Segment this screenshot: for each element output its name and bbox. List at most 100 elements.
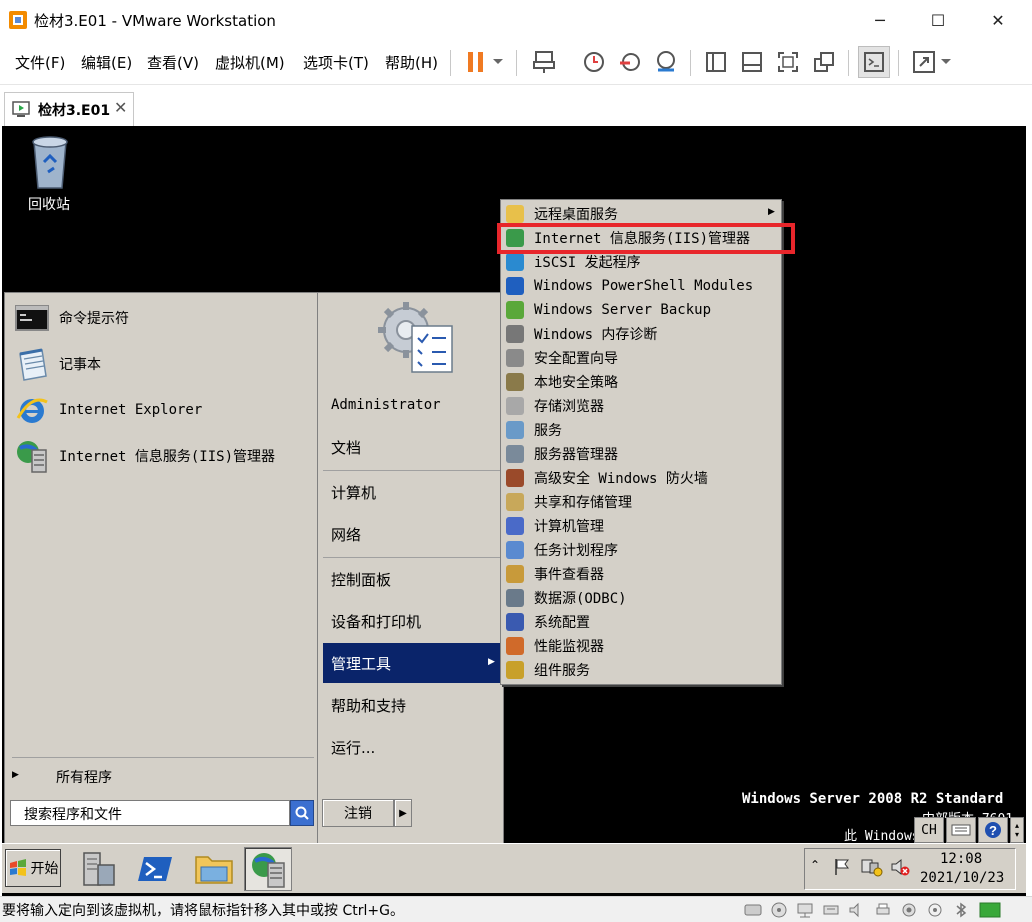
menu-edit[interactable]: 编辑(E) [81,52,132,73]
admin-tools-item[interactable]: 服务器管理器 [506,442,618,466]
menu-view[interactable]: 查看(V) [147,52,199,73]
display-icon[interactable] [926,902,944,918]
bluetooth-icon[interactable] [952,902,970,918]
start-pinned-cmd[interactable]: 命令提示符 [14,298,129,338]
admin-tools-item[interactable]: 服务 [506,418,562,442]
admin-tools-item[interactable]: Windows Server Backup [506,298,711,322]
show-library-icon[interactable] [702,48,730,76]
window-title: 检材3.E01 - VMware Workstation [34,12,276,30]
admin-tools-item[interactable]: 安全配置向导 [506,346,618,370]
taskbar-iis-manager[interactable] [244,847,292,891]
clock-date[interactable]: 2021/10/23 [920,870,1004,886]
start-link-computer[interactable]: 计算机 [331,482,376,503]
pause-icon[interactable] [462,48,490,76]
admin-tools-item[interactable]: Windows 内存诊断 [506,322,657,346]
admin-tools-item[interactable]: Windows PowerShell Modules [506,274,753,298]
admin-tools-item[interactable]: 本地安全策略 [506,370,618,394]
maximize-button[interactable]: ☐ [908,0,968,40]
console-view-icon[interactable] [858,46,890,78]
start-pinned-ie[interactable]: Internet Explorer [14,390,202,430]
search-icon[interactable] [290,800,314,826]
menu-vm[interactable]: 虚拟机(M) [215,52,285,73]
taskbar-powershell[interactable] [132,847,180,891]
admin-tools-item-label: 数据源(ODBC) [534,591,627,607]
network-warning-icon[interactable] [860,857,884,877]
volume-muted-icon[interactable] [890,857,912,877]
start-button[interactable]: 开始 [5,849,61,887]
start-link-run[interactable]: 运行... [331,737,375,758]
message-log-icon[interactable] [978,902,1002,918]
minimize-button[interactable]: ─ [850,0,910,40]
help-icon[interactable]: ? [978,817,1008,843]
services-icon [506,421,524,439]
camera-icon[interactable] [900,902,918,918]
firewall-icon [506,469,524,487]
recycle-bin-label: 回收站 [28,197,70,213]
tab-close-icon[interactable]: ✕ [114,98,127,117]
start-link-network[interactable]: 网络 [331,524,361,545]
admin-tools-item[interactable]: 任务计划程序 [506,538,618,562]
start-link-documents[interactable]: 文档 [331,437,361,458]
admin-tools-item[interactable]: 数据源(ODBC) [506,586,627,610]
start-link-control-panel[interactable]: 控制面板 [331,569,391,590]
admin-tools-item[interactable]: 事件查看器 [506,562,604,586]
cd-dvd-icon[interactable] [770,902,788,918]
taskbar-server-manager[interactable] [74,847,122,891]
usb-controller-icon[interactable] [822,902,840,918]
toolbar-separator [516,50,517,76]
security-wizard-icon [506,349,524,367]
fullscreen-icon[interactable] [774,48,802,76]
admin-tools-item[interactable]: 存储浏览器 [506,394,604,418]
start-pinned-iis[interactable]: Internet 信息服务(IIS)管理器 [14,436,275,476]
start-user-name[interactable]: Administrator [331,397,441,413]
start-link-help-support[interactable]: 帮助和支持 [331,695,406,716]
taskbar-explorer[interactable] [190,847,238,891]
recycle-bin-icon[interactable] [26,132,74,192]
admin-tools-item[interactable]: 组件服务 [506,658,590,682]
snapshot-icon[interactable] [580,48,608,76]
component-services-icon [506,661,524,679]
unity-icon[interactable] [810,48,838,76]
all-programs-link[interactable]: 所有程序 [56,767,112,787]
admin-tools-item-label: 系统配置 [534,615,590,631]
network-adapter-icon[interactable] [796,902,814,918]
admin-tools-item[interactable]: 高级安全 Windows 防火墙 [506,466,708,490]
logoff-button[interactable]: 注销 [322,799,394,827]
sound-card-icon[interactable] [848,902,866,918]
powershell-icon [506,277,524,295]
hard-disk-icon[interactable] [744,902,762,918]
menu-tabs[interactable]: 选项卡(T) [303,52,369,73]
thumbnail-bar-icon[interactable] [738,48,766,76]
admin-tools-item[interactable]: 计算机管理 [506,514,604,538]
menu-file[interactable]: 文件(F) [15,52,65,73]
all-programs-arrow-icon: ▶ [12,770,19,780]
menu-help[interactable]: 帮助(H) [385,52,438,73]
svg-text:?: ? [989,823,997,838]
start-link-devices-printers[interactable]: 设备和打印机 [331,611,421,632]
memory-diagnostic-icon [506,325,524,343]
start-link-admin-tools[interactable]: 管理工具 [331,653,391,674]
show-hidden-icons-chevron-icon[interactable]: ⌃ [810,858,820,872]
keyboard-icon[interactable] [946,817,976,843]
language-bar-options-icon[interactable]: ▴ ▾ [1010,817,1024,843]
snapshot-manager-icon[interactable] [652,48,680,76]
admin-tools-item[interactable]: 性能监视器 [506,634,604,658]
action-center-flag-icon[interactable] [832,857,852,877]
send-ctrl-alt-del-icon[interactable] [530,48,558,76]
clock-time[interactable]: 12:08 [940,851,982,867]
admin-tools-item-label: 服务 [534,423,562,439]
close-button[interactable]: ✕ [968,0,1028,40]
stretch-dropdown-icon[interactable] [936,48,956,76]
performance-monitor-icon [506,637,524,655]
stretch-guest-icon[interactable] [910,48,938,76]
admin-tools-item[interactable]: 共享和存储管理 [506,490,632,514]
shutdown-options-arrow-icon[interactable]: ▶ [394,799,412,827]
start-pinned-notepad[interactable]: 记事本 [14,344,101,384]
submenu-arrow-icon: ▶ [488,657,495,667]
printer-icon[interactable] [874,902,892,918]
language-indicator[interactable]: CH [914,817,944,843]
pause-dropdown-icon[interactable] [488,48,508,76]
revert-snapshot-icon[interactable] [616,48,644,76]
admin-tools-item[interactable]: 系统配置 [506,610,590,634]
backup-icon [506,301,524,319]
